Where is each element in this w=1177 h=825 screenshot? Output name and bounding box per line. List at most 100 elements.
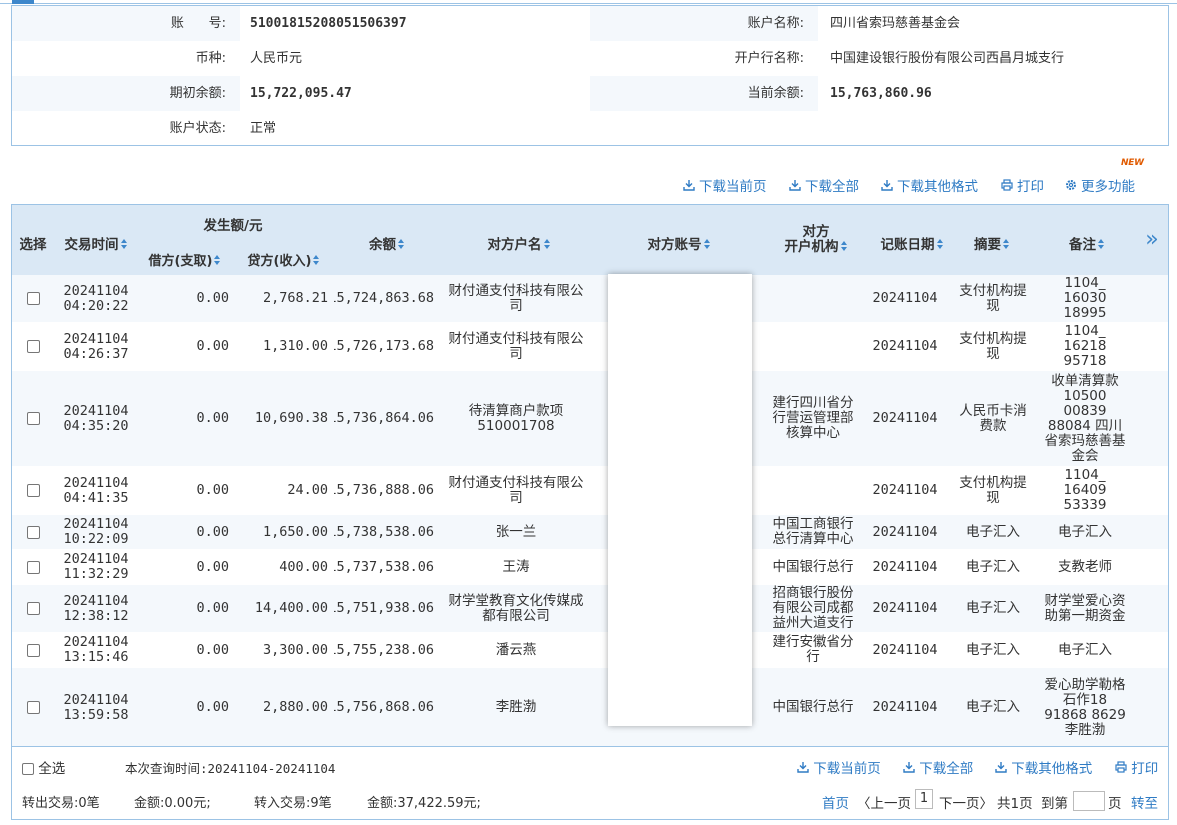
- table-header: 选择 交易时间 发生额/元 借方(支取) 贷方(收入) 余额 对方户名 对方账号…: [12, 205, 1168, 275]
- header-time[interactable]: 交易时间: [56, 233, 136, 253]
- account-number-label: 账 号:: [12, 6, 240, 41]
- header-remark[interactable]: 备注: [1042, 233, 1132, 253]
- cell-time2: 13:15:46: [63, 649, 129, 665]
- row-checkbox[interactable]: [26, 602, 40, 615]
- top-actions: 下载当前页 下载全部 下载其他格式 打印 更多功能: [0, 175, 1177, 195]
- footer-print-label: 打印: [1131, 761, 1159, 777]
- cell-credit: 1,310.00: [262, 338, 328, 354]
- row-checkbox[interactable]: [26, 292, 40, 305]
- row-checkbox[interactable]: [26, 340, 40, 353]
- cell-cp-bank: [768, 467, 858, 514]
- cell-summary: 电子汇入: [966, 641, 1020, 658]
- cell-cp-name: 潘云燕: [495, 641, 537, 658]
- table-row: 20241104 13:59:58 0.00 2,880.00 15,756,868.0…: [12, 668, 1168, 746]
- header-amount-group: 发生额/元: [203, 218, 263, 234]
- download-icon: [683, 180, 695, 191]
- download-other-format-label: 下载其他格式: [897, 179, 978, 195]
- expand-columns-icon[interactable]: »: [1140, 227, 1164, 252]
- row-checkbox[interactable]: [26, 643, 40, 657]
- current-page-number: 1: [915, 789, 933, 809]
- cell-remark: 电子汇入: [1058, 641, 1112, 658]
- footer-download-page-button[interactable]: 下载当前页: [797, 757, 881, 777]
- row-checkbox[interactable]: [26, 484, 40, 497]
- download-page-label: 下载当前页: [699, 179, 767, 195]
- header-counterparty-account[interactable]: 对方账号: [604, 233, 754, 253]
- cell-date: 20241104: [872, 641, 938, 658]
- cell-time1: 20241104: [63, 330, 129, 347]
- cell-time1: 20241104: [63, 592, 129, 609]
- table-row: 20241104 13:15:46 0.00 3,300.00 15,755,238.0…: [12, 633, 1168, 668]
- go-button[interactable]: 转至: [1131, 792, 1158, 812]
- header-summary[interactable]: 摘要: [957, 233, 1027, 253]
- cell-cp-name: 财学堂教育文化传媒成都有限公司: [448, 592, 584, 624]
- row-checkbox[interactable]: [26, 412, 40, 425]
- page-unit-label: 页: [1108, 796, 1122, 812]
- header-posting-date[interactable]: 记账日期: [872, 233, 952, 253]
- cell-time: 20241104 12:38:12: [56, 585, 136, 632]
- printer-icon: [1115, 761, 1127, 773]
- row-select-cell[interactable]: [16, 633, 50, 667]
- next-page-link[interactable]: 下一页〉: [939, 792, 993, 812]
- prev-page-link[interactable]: 〈上一页: [857, 792, 911, 812]
- download-icon: [903, 762, 915, 773]
- header-debit[interactable]: 借方(支取): [138, 250, 232, 269]
- row-checkbox[interactable]: [26, 560, 40, 574]
- table-row: 20241104 04:41:35 0.00 24.00 15,736,888.06 财付…: [12, 467, 1168, 515]
- header-credit[interactable]: 贷方(收入): [236, 250, 332, 269]
- row-select-cell[interactable]: [16, 550, 50, 584]
- row-select-cell[interactable]: [16, 467, 50, 514]
- bank-name: 中国建设银行股份有限公司西昌月城支行: [830, 51, 1065, 66]
- cell-cp-bank: 建行安徽省分行: [772, 634, 854, 665]
- cell-time2: 10:22:09: [63, 531, 129, 547]
- row-select-cell[interactable]: [16, 585, 50, 632]
- sort-icon: [1098, 239, 1105, 250]
- row-select-cell[interactable]: [16, 668, 50, 746]
- row-select-cell[interactable]: [16, 275, 50, 322]
- header-counterparty-name-label: 对方户名: [487, 237, 542, 253]
- select-all[interactable]: 全选: [22, 757, 65, 777]
- cell-remark: 电子汇入: [1058, 523, 1112, 540]
- footer-download-all-button[interactable]: 下载全部: [903, 757, 973, 777]
- row-select-cell[interactable]: [16, 371, 50, 466]
- header-counterparty-bank[interactable]: 对方 开户机构: [764, 225, 868, 255]
- currency-label: 币种:: [195, 51, 226, 66]
- status-label: 账户状态:: [169, 121, 226, 136]
- cell-summary: 支付机构提现: [959, 474, 1027, 506]
- first-page-link[interactable]: 首页: [822, 792, 849, 812]
- download-all-label: 下载全部: [805, 179, 859, 195]
- footer-download-other-button[interactable]: 下载其他格式: [995, 757, 1092, 777]
- cell-time2: 04:20:22: [63, 297, 129, 314]
- download-icon: [995, 762, 1007, 773]
- header-counterparty-account-label: 对方账号: [647, 237, 702, 253]
- row-checkbox[interactable]: [26, 701, 40, 714]
- download-icon: [789, 180, 801, 191]
- header-counterparty-name[interactable]: 对方户名: [444, 233, 594, 253]
- header-remark-label: 备注: [1069, 237, 1096, 253]
- header-summary-label: 摘要: [974, 237, 1001, 253]
- row-checkbox[interactable]: [26, 525, 40, 539]
- info-row-currency: 币种: 人民币元 开户行名称: 中国建设银行股份有限公司西昌月城支行: [12, 41, 1168, 76]
- header-balance[interactable]: 余额: [342, 233, 432, 253]
- row-select-cell[interactable]: [16, 515, 50, 549]
- table-row: 20241104 12:38:12 0.00 14,400.00 15,751,938.…: [12, 585, 1168, 633]
- outgoing-amount: 金额:0.00元;: [134, 796, 211, 811]
- footer-print-button[interactable]: 打印: [1115, 757, 1158, 777]
- cell-debit: 0.00: [196, 482, 229, 498]
- cell-time1: 20241104: [63, 474, 129, 491]
- header-counterparty-bank-line1: 对方: [802, 224, 830, 240]
- header-counterparty-bank-line2: 开户机构: [784, 239, 839, 255]
- cell-credit: 400.00: [279, 558, 328, 575]
- select-all-checkbox[interactable]: [22, 763, 34, 775]
- cell-summary: 电子汇入: [966, 558, 1020, 575]
- cell-time: 20241104 10:22:09: [56, 515, 136, 549]
- cell-cp-bank: 中国银行总行: [772, 699, 854, 715]
- info-row-status: 账户状态: 正常: [12, 111, 1168, 146]
- goto-page-input[interactable]: [1073, 791, 1105, 811]
- transactions-table: 选择 交易时间 发生额/元 借方(支取) 贷方(收入) 余额 对方户名 对方账号…: [11, 204, 1169, 747]
- cell-debit: 0.00: [196, 600, 229, 616]
- sort-icon: [313, 255, 320, 266]
- goto-label: 到第: [1041, 796, 1068, 812]
- row-select-cell[interactable]: [16, 323, 50, 370]
- cell-balance: 15,737,538.06: [334, 558, 434, 575]
- cell-cp-bank: [768, 275, 858, 322]
